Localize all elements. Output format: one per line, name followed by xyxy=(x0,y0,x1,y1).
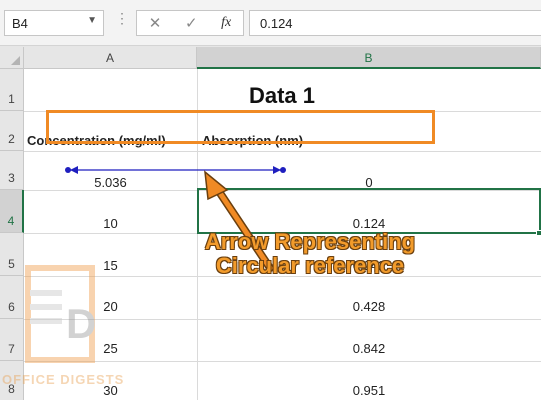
row-header-5[interactable]: 5 xyxy=(0,233,24,276)
name-box-value: B4 xyxy=(12,15,28,31)
cell-b7[interactable]: 0.842 xyxy=(197,341,541,356)
more-options-icon[interactable]: ⋮ xyxy=(115,11,129,25)
formula-buttons: ✕ ✓ fx xyxy=(136,10,244,36)
annotation-callout: Arrow Representing Circular reference xyxy=(180,230,440,278)
row-header-1[interactable]: 1 xyxy=(0,69,24,111)
active-cell-border xyxy=(197,188,541,234)
cell-a3[interactable]: 5.036 xyxy=(24,175,197,190)
cancel-icon[interactable]: ✕ xyxy=(149,14,162,32)
row-header-3[interactable]: 3 xyxy=(0,151,24,190)
formula-input[interactable]: 0.124 xyxy=(249,10,541,36)
cell-a8[interactable]: 30 xyxy=(24,383,197,398)
callout-line-2: Circular reference xyxy=(215,253,405,278)
cell-a6[interactable]: 20 xyxy=(24,299,197,314)
row-header-7[interactable]: 7 xyxy=(0,319,24,361)
cell-b6[interactable]: 0.428 xyxy=(197,299,541,314)
row-header-6[interactable]: 6 xyxy=(0,276,24,319)
fill-handle[interactable] xyxy=(536,230,541,236)
formula-value: 0.124 xyxy=(260,15,293,31)
annotation-highlight-box xyxy=(46,110,435,144)
cell-b8[interactable]: 0.951 xyxy=(197,383,541,398)
row-header-8[interactable]: 8 xyxy=(0,361,24,400)
cell-a7[interactable]: 25 xyxy=(24,341,197,356)
gridline xyxy=(24,361,541,362)
gridline xyxy=(24,151,541,152)
row-header-2[interactable]: 2 xyxy=(0,111,24,151)
insert-function-button[interactable]: fx xyxy=(221,15,231,31)
row-header-4[interactable]: 4 xyxy=(0,190,24,233)
chevron-down-icon[interactable]: ▼ xyxy=(87,15,97,26)
column-header-a[interactable]: A xyxy=(24,47,197,69)
spreadsheet-grid[interactable]: A B 1 2 3 4 5 6 7 8 Data 1 Concentration… xyxy=(0,47,541,400)
name-box[interactable]: B4 ▼ xyxy=(4,10,104,36)
select-all-button[interactable] xyxy=(0,47,24,69)
callout-line-1: Arrow Representing xyxy=(204,229,416,254)
cell-a4[interactable]: 10 xyxy=(24,216,197,231)
sheet-title-cell[interactable]: Data 1 xyxy=(197,83,367,109)
formula-bar: B4 ▼ ⋮ ✕ ✓ fx 0.124 xyxy=(0,0,541,46)
gridline xyxy=(24,319,541,320)
column-header-b[interactable]: B xyxy=(197,47,541,69)
cell-a5[interactable]: 15 xyxy=(24,258,197,273)
enter-icon[interactable]: ✓ xyxy=(185,14,198,32)
